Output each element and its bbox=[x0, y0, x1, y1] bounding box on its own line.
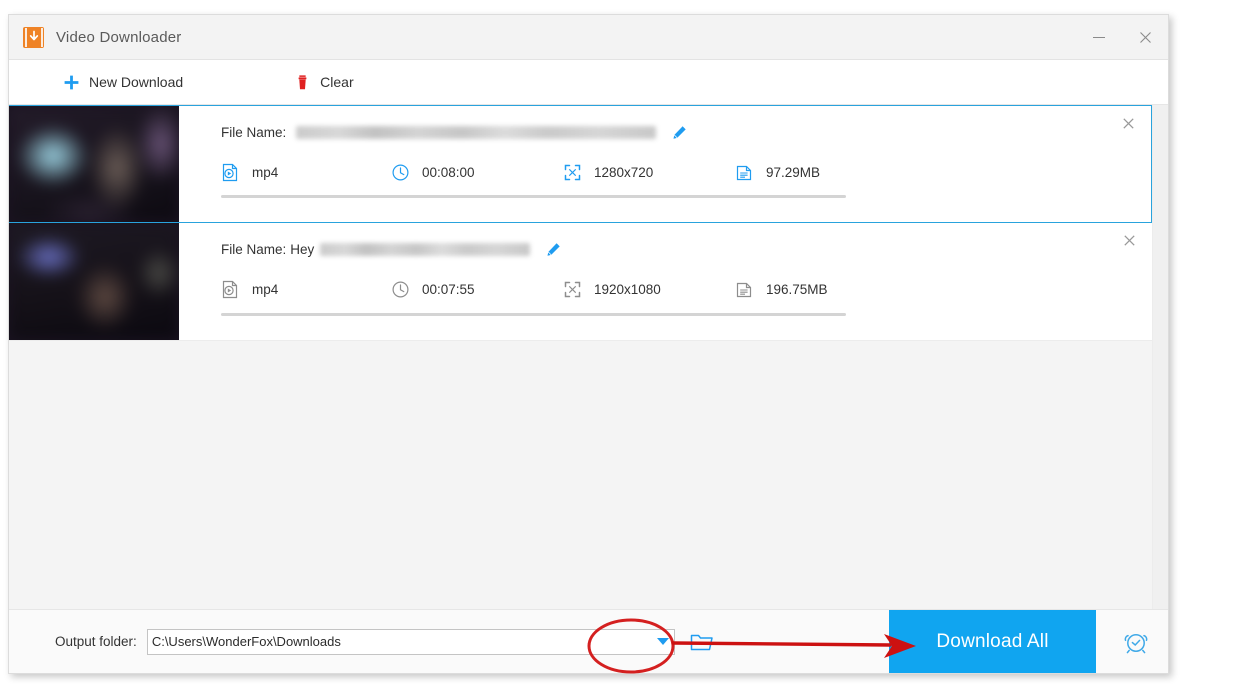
window-controls bbox=[1076, 15, 1168, 60]
title-bar: Video Downloader bbox=[9, 15, 1168, 60]
remove-item-button[interactable] bbox=[1120, 234, 1138, 252]
format-value: mp4 bbox=[252, 165, 279, 180]
download-progress-bar bbox=[221, 313, 846, 316]
duration-value: 00:07:55 bbox=[422, 282, 475, 297]
close-window-button[interactable] bbox=[1122, 15, 1168, 60]
download-list-area: File Name: mp4 00:08:00 1280x720 97.29MB… bbox=[9, 105, 1168, 609]
duration-value: 00:08:00 bbox=[422, 165, 475, 180]
file-format-icon bbox=[222, 163, 238, 182]
clock-icon bbox=[392, 164, 409, 181]
filesize-meta: 196.75MB bbox=[735, 280, 828, 299]
format-meta: mp4 bbox=[221, 163, 391, 182]
file-format-icon bbox=[222, 280, 238, 299]
format-value: mp4 bbox=[252, 282, 279, 297]
download-arrow-glyph bbox=[29, 30, 38, 41]
resolution-meta: 1280x720 bbox=[563, 163, 735, 182]
resolution-value: 1920x1080 bbox=[594, 282, 661, 297]
resolution-value: 1280x720 bbox=[594, 165, 654, 180]
file-name-row: File Name: Hey bbox=[221, 239, 1152, 259]
filesize-value: 97.29MB bbox=[766, 165, 821, 180]
new-download-label: New Download bbox=[89, 74, 184, 90]
output-folder-label: Output folder: bbox=[55, 634, 137, 649]
meta-row: mp4 00:07:55 1920x1080 196.75MB bbox=[221, 280, 1152, 299]
video-thumbnail bbox=[9, 223, 179, 340]
list-scrollbar[interactable] bbox=[1152, 105, 1168, 609]
file-size-icon bbox=[736, 282, 752, 298]
pencil-icon[interactable] bbox=[546, 242, 561, 257]
output-folder-dropdown[interactable] bbox=[652, 630, 674, 654]
format-meta: mp4 bbox=[221, 280, 391, 299]
file-name-redacted bbox=[320, 242, 531, 256]
video-thumbnail bbox=[9, 106, 179, 222]
clock-icon bbox=[392, 281, 409, 298]
output-folder-box bbox=[146, 628, 675, 655]
resolution-icon bbox=[564, 281, 581, 298]
clear-button[interactable]: Clear bbox=[294, 60, 354, 104]
video-download-icon bbox=[23, 26, 44, 48]
new-download-button[interactable]: New Download bbox=[63, 60, 183, 104]
download-item-body: File Name: Hey mp4 00:07:55 1920x1080 19… bbox=[179, 223, 1152, 340]
pencil-icon[interactable] bbox=[672, 125, 687, 140]
file-name-row: File Name: bbox=[221, 122, 1151, 142]
browse-folder-button[interactable] bbox=[689, 630, 715, 654]
alarm-clock-icon bbox=[1124, 633, 1148, 653]
desktop-background: Video Downloader New Download Clear File… bbox=[0, 0, 1234, 684]
resolution-icon bbox=[564, 164, 581, 181]
duration-meta: 00:07:55 bbox=[391, 280, 563, 299]
file-name-label: File Name: bbox=[221, 124, 287, 140]
toolbar: New Download Clear bbox=[9, 60, 1168, 105]
chevron-down-icon bbox=[656, 638, 669, 645]
filesize-meta: 97.29MB bbox=[735, 163, 820, 182]
download-list: File Name: mp4 00:08:00 1280x720 97.29MB… bbox=[9, 105, 1152, 609]
minimize-button[interactable] bbox=[1076, 15, 1122, 60]
download-item[interactable]: File Name: mp4 00:08:00 1280x720 97.29MB bbox=[9, 105, 1152, 223]
filesize-value: 196.75MB bbox=[766, 282, 828, 297]
file-name-value: Hey bbox=[290, 241, 315, 257]
remove-item-button[interactable] bbox=[1119, 117, 1137, 135]
file-name-label: File Name: bbox=[221, 241, 287, 257]
window-title: Video Downloader bbox=[56, 28, 182, 46]
schedule-button[interactable] bbox=[1120, 626, 1152, 658]
output-folder-input[interactable] bbox=[147, 634, 652, 649]
plus-icon bbox=[64, 75, 79, 89]
download-progress-bar bbox=[221, 195, 846, 198]
bottom-bar: Output folder: Download All bbox=[9, 609, 1168, 673]
trash-icon bbox=[298, 74, 307, 89]
download-item[interactable]: File Name: Hey mp4 00:07:55 1920x1080 19… bbox=[9, 223, 1152, 341]
folder-icon bbox=[690, 634, 713, 650]
resolution-meta: 1920x1080 bbox=[563, 280, 735, 299]
close-icon bbox=[1123, 235, 1135, 246]
duration-meta: 00:08:00 bbox=[391, 163, 563, 182]
meta-row: mp4 00:08:00 1280x720 97.29MB bbox=[221, 163, 1151, 182]
download-all-button[interactable]: Download All bbox=[889, 610, 1096, 673]
file-name-redacted bbox=[296, 125, 657, 139]
download-all-label: Download All bbox=[936, 630, 1049, 652]
file-size-icon bbox=[736, 165, 752, 181]
app-window: Video Downloader New Download Clear File… bbox=[8, 14, 1169, 674]
close-icon bbox=[1139, 32, 1151, 43]
close-icon bbox=[1122, 118, 1134, 129]
clear-label: Clear bbox=[320, 74, 354, 90]
download-item-body: File Name: mp4 00:08:00 1280x720 97.29MB bbox=[179, 106, 1151, 222]
